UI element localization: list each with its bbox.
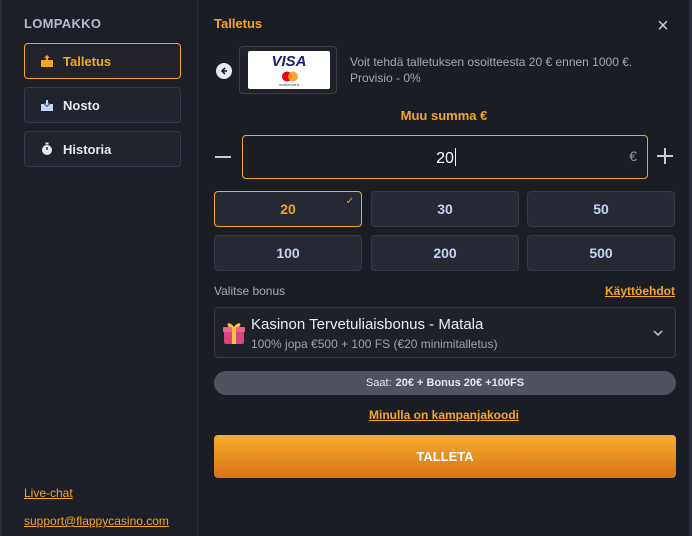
sidebar-item-deposit[interactable]: Talletus <box>24 43 181 79</box>
back-arrow-icon[interactable] <box>216 63 232 79</box>
mastercard-label: mastercard <box>278 82 299 87</box>
visa-mastercard-logo: VISA mastercard <box>248 51 330 89</box>
summary-prefix: Saat: <box>365 377 392 389</box>
amount-input[interactable]: 20 € <box>242 135 648 179</box>
deposit-panel: Talletus × VISA mastercard Voit tehdä ta… <box>199 0 689 536</box>
close-icon[interactable]: × <box>655 16 671 36</box>
visa-label: VISA <box>271 53 307 70</box>
bonus-title: Kasinon Tervetuliaisbonus - Matala <box>251 316 484 333</box>
amount-label: Muu summa € <box>400 108 488 123</box>
deposit-limits-text: Voit tehdä talletuksen osoitteesta 20 € … <box>350 55 633 69</box>
fee-text: Provisio - 0% <box>350 71 421 85</box>
support-email-link[interactable]: support@flappycasino.com <box>24 514 169 528</box>
livechat-link[interactable]: Live-chat <box>24 486 73 500</box>
sidebar-item-label: Historia <box>63 141 112 157</box>
bonus-label: Valitse bonus <box>214 284 286 298</box>
terms-link[interactable]: Käyttöehdot <box>605 284 675 298</box>
amount-value: 20 <box>243 148 649 168</box>
sidebar-item-history[interactable]: Historia <box>24 131 181 167</box>
sidebar-item-label: Talletus <box>63 53 112 69</box>
bonus-subtitle: 100% jopa €500 + 100 FS (€20 minimitalle… <box>251 337 498 351</box>
bonus-select[interactable]: Kasinon Tervetuliaisbonus - Matala 100% … <box>214 307 676 358</box>
amount-chip-label: 100 <box>276 245 300 261</box>
amount-chip-label: 500 <box>589 245 613 261</box>
amount-chip[interactable]: 100 <box>214 235 362 271</box>
increase-amount-button[interactable] <box>657 148 673 164</box>
sidebar-item-withdraw[interactable]: Nosto <box>24 87 181 123</box>
amount-chip-label: 20 <box>280 201 296 217</box>
withdraw-icon <box>39 97 55 113</box>
decrease-amount-button[interactable] <box>215 156 231 158</box>
amount-chip-label: 50 <box>593 201 609 217</box>
amount-chip[interactable]: 20 ✓ <box>214 191 362 227</box>
amount-chip[interactable]: 50 <box>527 191 675 227</box>
page-title: Talletus <box>214 16 263 31</box>
amount-chip-label: 30 <box>437 201 453 217</box>
deposit-submit-button[interactable]: TALLETA <box>214 435 676 478</box>
sidebar-title: LOMPAKKO <box>24 16 102 31</box>
amount-chip-label: 200 <box>433 245 457 261</box>
chevron-down-icon <box>653 330 663 337</box>
mastercard-icon <box>282 71 298 82</box>
amount-chip[interactable]: 200 <box>371 235 519 271</box>
deposit-summary: Saat: 20€ + Bonus 20€ +100FS <box>214 371 676 395</box>
deposit-info: Voit tehdä talletuksen osoitteesta 20 € … <box>350 54 680 86</box>
amount-chip[interactable]: 30 <box>371 191 519 227</box>
payment-method-card[interactable]: VISA mastercard <box>239 46 337 94</box>
check-icon: ✓ <box>345 196 354 207</box>
summary-value: 20€ + Bonus 20€ +100FS <box>395 377 525 389</box>
amount-chip[interactable]: 500 <box>527 235 675 271</box>
stopwatch-icon <box>39 141 55 157</box>
promo-code-link[interactable]: Minulla on kampanjakoodi <box>199 408 689 422</box>
sidebar-item-label: Nosto <box>63 97 100 113</box>
gift-icon <box>223 323 245 344</box>
deposit-icon <box>39 53 55 69</box>
currency-symbol: € <box>629 148 637 164</box>
wallet-modal: LOMPAKKO Talletus Nosto Historia Live-ch… <box>0 0 692 536</box>
wallet-sidebar: LOMPAKKO Talletus Nosto Historia Live-ch… <box>4 0 198 536</box>
